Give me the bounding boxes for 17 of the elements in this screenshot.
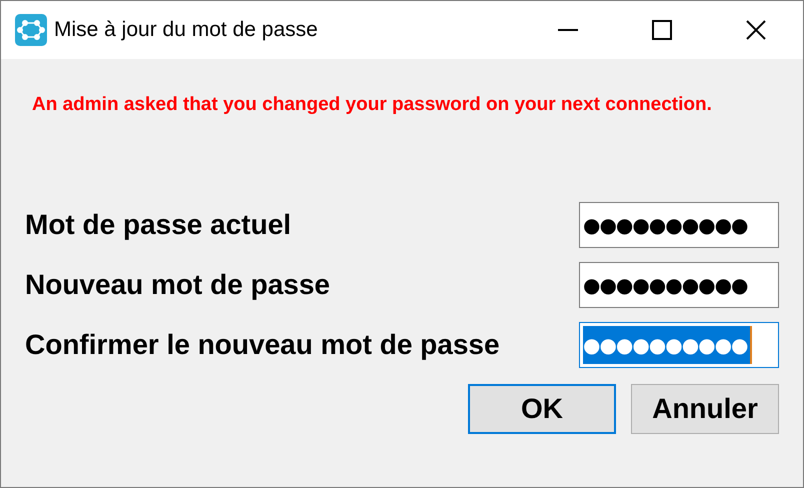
dialog-button[interactable]: OK <box>468 384 616 434</box>
close-icon <box>746 20 766 40</box>
dialog-button[interactable]: Annuler <box>631 384 779 434</box>
field-label: Nouveau mot de passe <box>25 268 330 302</box>
password-field[interactable]: ●●●●●●●●●● <box>579 322 779 368</box>
maximize-icon <box>652 20 672 40</box>
password-field[interactable]: ●●●●●●●●●● <box>579 262 779 308</box>
minimize-icon <box>558 29 578 31</box>
window-title: Mise à jour du mot de passe <box>54 17 318 44</box>
password-field[interactable]: ●●●●●●●●●● <box>579 202 779 248</box>
app-icon <box>15 14 47 46</box>
password-value: ●●●●●●●●●● <box>583 212 748 239</box>
password-value: ●●●●●●●●●● <box>583 272 748 299</box>
field-label: Mot de passe actuel <box>25 208 292 242</box>
password-value: ●●●●●●●●●● <box>583 326 752 364</box>
field-label: Confirmer le nouveau mot de passe <box>25 328 500 362</box>
warning-message: An admin asked that you changed your password on your next connection. <box>32 93 713 117</box>
